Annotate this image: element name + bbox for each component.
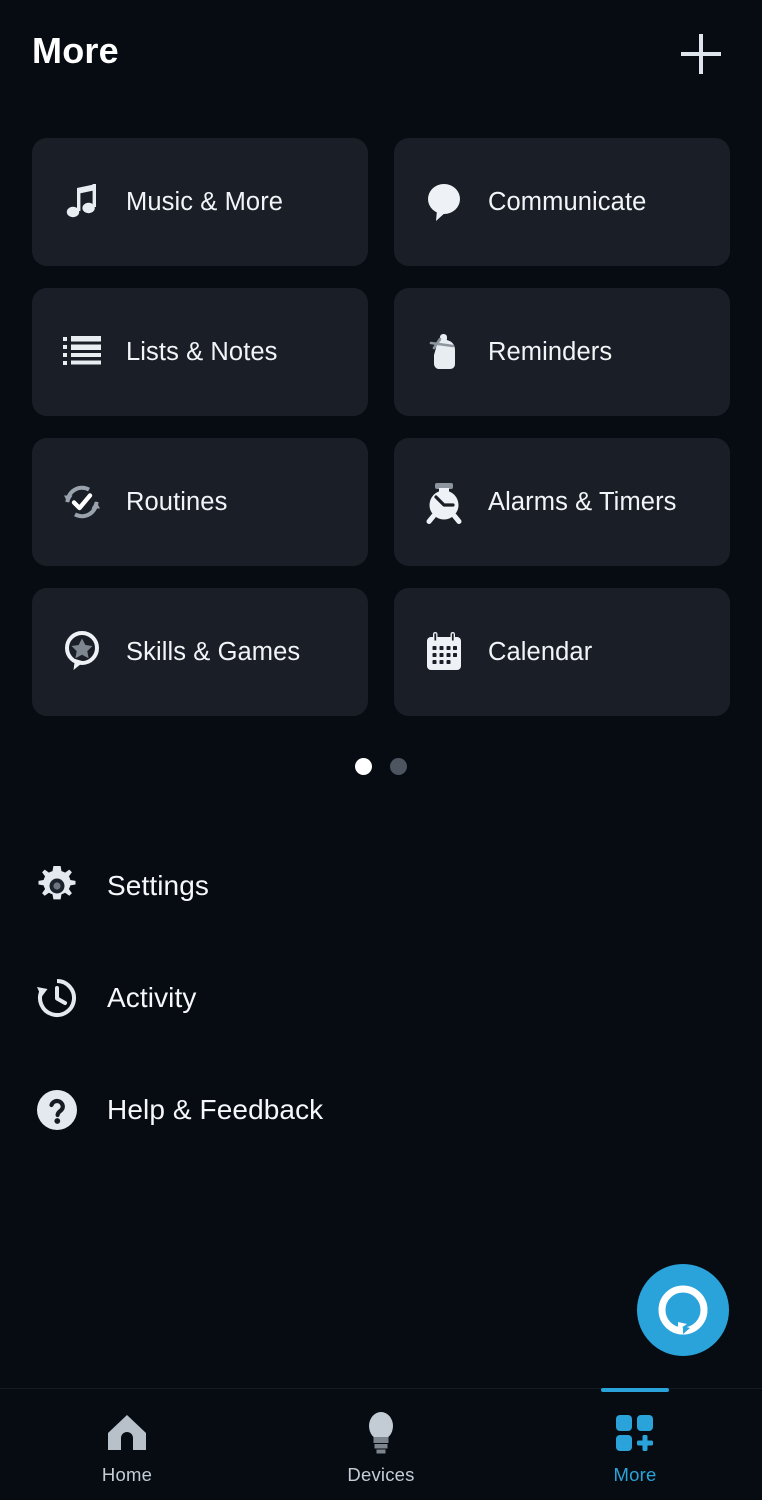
finger-string-icon <box>418 326 470 378</box>
refresh-check-icon <box>56 476 108 528</box>
active-tab-indicator <box>601 1388 669 1392</box>
tile-routines[interactable]: Routines <box>32 438 368 566</box>
page-dot-2[interactable] <box>390 758 407 775</box>
menu-item-activity[interactable]: Activity <box>0 942 762 1054</box>
tile-communicate[interactable]: Communicate <box>394 138 730 266</box>
clock-history-icon <box>32 973 82 1023</box>
page-title: More <box>32 30 119 71</box>
nav-tab-label: More <box>613 1464 657 1485</box>
tile-label: Alarms & Timers <box>488 487 677 516</box>
menu-item-help-and-feedback[interactable]: Help & Feedback <box>0 1054 762 1166</box>
tile-alarms-and-timers[interactable]: Alarms & Timers <box>394 438 730 566</box>
tile-label: Lists & Notes <box>126 337 278 366</box>
alexa-fab-button[interactable] <box>637 1264 729 1356</box>
tile-reminders[interactable]: Reminders <box>394 288 730 416</box>
plus-icon <box>678 31 724 77</box>
nav-tab-home[interactable]: Home <box>0 1389 254 1500</box>
menu-item-label: Settings <box>107 870 209 901</box>
grid-plus-icon <box>613 1409 657 1457</box>
tile-label: Reminders <box>488 337 613 366</box>
gear-icon <box>32 861 82 911</box>
shortcut-tile-grid: Music & More Communicate Lists & Notes R… <box>32 138 730 716</box>
alarm-clock-icon <box>418 476 470 528</box>
bottom-navigation: Home Devices More <box>0 1388 762 1500</box>
menu-item-label: Help & Feedback <box>107 1094 324 1125</box>
tile-label: Communicate <box>488 187 647 216</box>
tile-label: Music & More <box>126 187 284 216</box>
tile-label: Calendar <box>488 637 593 666</box>
list-icon <box>56 326 108 378</box>
tile-calendar[interactable]: Calendar <box>394 588 730 716</box>
add-button[interactable] <box>670 23 732 85</box>
menu-item-settings[interactable]: Settings <box>0 830 762 942</box>
bulb-icon <box>363 1409 399 1457</box>
menu-list: Settings Activity Help & Feedback <box>0 830 762 1166</box>
alexa-icon <box>654 1281 712 1339</box>
nav-tab-more[interactable]: More <box>508 1388 762 1500</box>
star-pin-icon <box>56 626 108 678</box>
page-dot-1[interactable] <box>355 758 372 775</box>
tile-label: Skills & Games <box>126 637 301 666</box>
tile-lists-and-notes[interactable]: Lists & Notes <box>32 288 368 416</box>
tile-music-and-more[interactable]: Music & More <box>32 138 368 266</box>
menu-item-label: Activity <box>107 982 197 1013</box>
tile-skills-and-games[interactable]: Skills & Games <box>32 588 368 716</box>
nav-tab-devices[interactable]: Devices <box>254 1389 508 1500</box>
music-note-icon <box>56 176 108 228</box>
alexa-more-screen: More Music & More Communicate Lists & No… <box>0 0 762 1500</box>
home-icon <box>105 1409 149 1457</box>
calendar-icon <box>418 626 470 678</box>
page-indicator <box>0 758 762 775</box>
speech-bubble-icon <box>418 176 470 228</box>
tile-label: Routines <box>126 487 228 516</box>
header: More <box>0 0 762 108</box>
nav-tab-label: Devices <box>347 1464 415 1485</box>
question-circle-icon <box>32 1085 82 1135</box>
nav-tab-label: Home <box>101 1464 153 1485</box>
